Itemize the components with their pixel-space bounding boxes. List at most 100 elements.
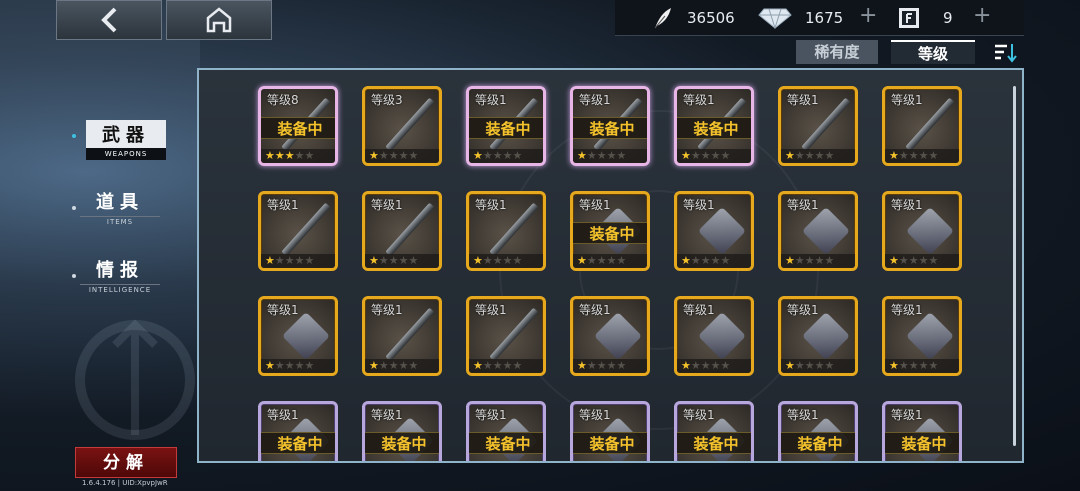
back-button[interactable] bbox=[56, 0, 162, 40]
decompose-button[interactable]: 分解 bbox=[75, 447, 177, 478]
star-rating: ★★★★★ bbox=[365, 359, 439, 373]
star-icon: ★ bbox=[710, 254, 721, 267]
weapon-card[interactable]: 等级3 ★★★★★ bbox=[362, 86, 442, 166]
weapon-card[interactable]: 等级1 ★★★★★ bbox=[570, 296, 650, 376]
star-icon: ★ bbox=[284, 149, 295, 162]
star-icon: ★ bbox=[492, 359, 503, 372]
weapon-card[interactable]: 等级1 ★★★★★ bbox=[882, 191, 962, 271]
sidebar-item-items[interactable]: 道具 ITEMS bbox=[80, 188, 160, 226]
star-icon: ★ bbox=[700, 359, 711, 372]
star-icon: ★ bbox=[898, 149, 909, 162]
sort-rarity-button[interactable]: 稀有度 bbox=[796, 40, 878, 64]
weapon-card[interactable]: 等级1 ★★★★★ bbox=[778, 296, 858, 376]
weapon-level: 等级1 bbox=[683, 408, 715, 422]
weapon-card[interactable]: 等级1★★★★★装备中 bbox=[258, 401, 338, 461]
star-icon: ★ bbox=[577, 254, 587, 267]
weapon-card[interactable]: 等级1 ★★★★★ bbox=[258, 296, 338, 376]
star-icon: ★ bbox=[606, 359, 617, 372]
dagger-icon bbox=[905, 311, 955, 361]
star-icon: ★ bbox=[928, 149, 939, 162]
feather-icon bbox=[654, 8, 671, 29]
weapon-level: 等级1 bbox=[475, 408, 507, 422]
star-icon: ★ bbox=[398, 149, 409, 162]
equipped-badge: 装备中 bbox=[781, 432, 855, 454]
star-rating: ★★★★★ bbox=[885, 149, 959, 163]
equipped-badge: 装备中 bbox=[573, 432, 647, 454]
star-icon: ★ bbox=[616, 359, 627, 372]
sidebar-dot bbox=[72, 206, 76, 210]
weapon-card[interactable]: 等级1★★★★★装备中 bbox=[570, 191, 650, 271]
weapon-level: 等级1 bbox=[891, 303, 923, 317]
weapon-level: 等级1 bbox=[579, 303, 611, 317]
star-icon: ★ bbox=[596, 149, 607, 162]
star-rating: ★★★★★ bbox=[781, 359, 855, 373]
star-icon: ★ bbox=[794, 149, 805, 162]
star-rating: ★★★★★ bbox=[677, 254, 751, 268]
add-ticket-button[interactable]: + bbox=[973, 3, 991, 28]
sidebar-dot bbox=[72, 274, 76, 278]
weapon-card[interactable]: 等级1★★★★★装备中 bbox=[674, 86, 754, 166]
weapon-level: 等级1 bbox=[787, 303, 819, 317]
star-icon: ★ bbox=[785, 149, 795, 162]
star-icon: ★ bbox=[908, 254, 919, 267]
weapon-card[interactable]: 等级1 ★★★★★ bbox=[466, 191, 546, 271]
weapon-card[interactable]: 等级1★★★★★装备中 bbox=[882, 401, 962, 461]
weapon-card[interactable]: 等级1 ★★★★★ bbox=[674, 296, 754, 376]
weapon-card[interactable]: 等级1 ★★★★★ bbox=[362, 191, 442, 271]
star-icon: ★ bbox=[889, 254, 899, 267]
weapon-card[interactable]: 等级1 ★★★★★ bbox=[674, 191, 754, 271]
star-icon: ★ bbox=[928, 254, 939, 267]
weapon-card[interactable]: 等级1 ★★★★★ bbox=[258, 191, 338, 271]
sidebar-item-intelligence[interactable]: 情报 INTELLIGENCE bbox=[80, 256, 160, 294]
sidebar-dot-active bbox=[72, 134, 76, 138]
weapon-level: 等级1 bbox=[267, 408, 299, 422]
weapon-level: 等级1 bbox=[787, 93, 819, 107]
star-icon: ★ bbox=[294, 149, 305, 162]
weapon-card[interactable]: 等级1★★★★★装备中 bbox=[466, 401, 546, 461]
sidebar-item-weapons[interactable]: 武器 WEAPONS bbox=[86, 120, 166, 160]
sort-order-icon[interactable] bbox=[993, 42, 1019, 64]
weapon-card[interactable]: 等级1 ★★★★★ bbox=[362, 296, 442, 376]
star-rating: ★★★★★ bbox=[573, 359, 647, 373]
weapon-card[interactable]: 等级1 ★★★★★ bbox=[466, 296, 546, 376]
weapon-card[interactable]: 等级1 ★★★★★ bbox=[882, 86, 962, 166]
weapon-level: 等级1 bbox=[579, 408, 611, 422]
cannon-icon bbox=[905, 206, 955, 256]
feather-count: 36506 bbox=[687, 9, 735, 27]
star-icon: ★ bbox=[274, 149, 285, 162]
add-diamond-button[interactable]: + bbox=[859, 3, 877, 28]
star-icon: ★ bbox=[814, 149, 825, 162]
weapon-card[interactable]: 等级1★★★★★装备中 bbox=[362, 401, 442, 461]
weapon-card[interactable]: 等级8 ★★★★★ 装备中 bbox=[258, 86, 338, 166]
star-icon: ★ bbox=[804, 254, 815, 267]
weapon-level: 等级1 bbox=[371, 408, 403, 422]
weapon-card[interactable]: 等级1 ★★★★★ bbox=[778, 191, 858, 271]
weapon-card[interactable]: 等级1★★★★★装备中 bbox=[570, 86, 650, 166]
star-icon: ★ bbox=[473, 149, 483, 162]
weapon-card[interactable]: 等级1 ★★★★★ bbox=[778, 86, 858, 166]
scrollbar[interactable] bbox=[1013, 86, 1016, 446]
equipped-badge: 装备中 bbox=[677, 117, 751, 139]
weapon-level: 等级3 bbox=[371, 93, 403, 107]
weapon-level: 等级1 bbox=[787, 408, 819, 422]
weapon-level: 等级1 bbox=[579, 93, 611, 107]
weapon-card[interactable]: 等级1★★★★★装备中 bbox=[674, 401, 754, 461]
home-button[interactable] bbox=[166, 0, 272, 40]
star-icon: ★ bbox=[586, 254, 597, 267]
weapon-level: 等级1 bbox=[475, 93, 507, 107]
star-icon: ★ bbox=[824, 149, 835, 162]
lance-icon bbox=[593, 311, 643, 361]
sort-level-button[interactable]: 等级 bbox=[891, 40, 975, 64]
weapon-level: 等级1 bbox=[475, 303, 507, 317]
star-icon: ★ bbox=[794, 254, 805, 267]
weapon-card[interactable]: 等级1 ★★★★★ bbox=[882, 296, 962, 376]
star-rating: ★★★★★ bbox=[677, 359, 751, 373]
weapon-card[interactable]: 等级1★★★★★装备中 bbox=[466, 86, 546, 166]
weapon-card[interactable]: 等级1★★★★★装备中 bbox=[570, 401, 650, 461]
weapon-card[interactable]: 等级1★★★★★装备中 bbox=[778, 401, 858, 461]
star-icon: ★ bbox=[918, 359, 929, 372]
star-icon: ★ bbox=[720, 254, 731, 267]
gun-icon bbox=[801, 206, 851, 256]
star-icon: ★ bbox=[606, 149, 617, 162]
star-icon: ★ bbox=[606, 254, 617, 267]
